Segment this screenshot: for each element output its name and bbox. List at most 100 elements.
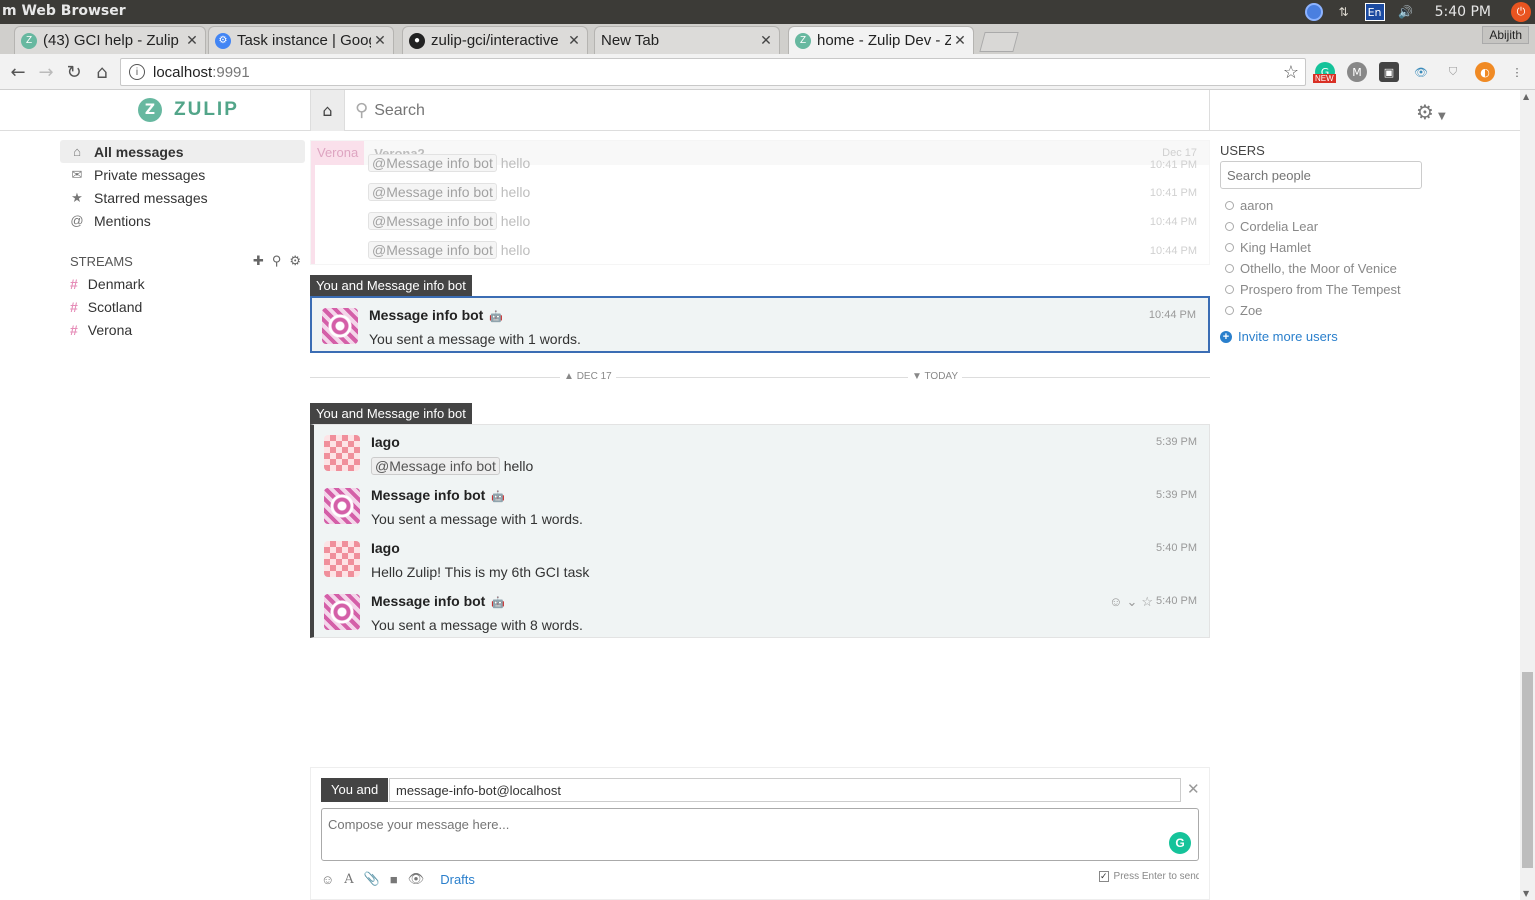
sender-name[interactable]: Iago bbox=[371, 540, 400, 556]
profile-button[interactable]: Abijith bbox=[1482, 26, 1529, 44]
user-list-item[interactable]: King Hamlet bbox=[1220, 237, 1430, 258]
scroll-down-arrow-icon[interactable]: ▼ bbox=[1523, 889, 1529, 898]
extension-ghost-icon[interactable]: ▣ bbox=[1379, 62, 1399, 82]
message-row[interactable]: Message info bot 🤖 You sent a message wit… bbox=[312, 298, 1208, 351]
formatting-icon[interactable]: A bbox=[344, 872, 353, 887]
grammarly-icon[interactable]: G bbox=[1169, 832, 1191, 854]
sender-name[interactable]: Message info bot 🤖 bbox=[371, 593, 505, 609]
recipient-field[interactable]: message-info-bot@localhost bbox=[389, 778, 1181, 802]
extension-m-icon[interactable]: M bbox=[1347, 62, 1367, 82]
attachment-icon[interactable]: 📎 bbox=[364, 871, 380, 887]
avatar[interactable] bbox=[324, 488, 360, 524]
reload-icon[interactable]: ↻ bbox=[62, 60, 86, 84]
emoji-icon[interactable]: ☺ bbox=[321, 872, 334, 887]
emoji-reaction-icon[interactable]: ☺ bbox=[1109, 594, 1122, 610]
add-stream-icon[interactable]: ✚ bbox=[253, 253, 264, 269]
stream-scotland[interactable]: # Scotland bbox=[60, 295, 305, 318]
extension-shield-icon[interactable]: ⛉ bbox=[1443, 62, 1463, 82]
sender-name[interactable]: Message info bot 🤖 bbox=[371, 487, 505, 503]
video-call-icon[interactable]: ■ bbox=[390, 872, 398, 887]
star-icon[interactable]: ☆ bbox=[1141, 594, 1153, 610]
user-mention[interactable]: @Message info bot bbox=[371, 457, 500, 475]
scroll-up-arrow-icon[interactable]: ▲ bbox=[1523, 92, 1529, 101]
stream-denmark[interactable]: # Denmark bbox=[60, 272, 305, 295]
message-time[interactable]: 5:40 PM bbox=[1156, 595, 1197, 607]
tab-close-icon[interactable]: ✕ bbox=[183, 32, 201, 49]
enter-sends-option[interactable]: ✓ Press Enter to send bbox=[1099, 871, 1199, 882]
faded-message[interactable]: @Message info bot hello bbox=[368, 212, 530, 230]
search-streams-icon[interactable]: ⚲ bbox=[272, 253, 282, 269]
zulip-logo[interactable]: Z ZULIP bbox=[138, 98, 239, 122]
tab-github-repo[interactable]: ● zulip-gci/interactive ✕ bbox=[402, 26, 588, 54]
drafts-link[interactable]: Drafts bbox=[440, 872, 475, 887]
tab-task-instance[interactable]: ⚙ Task instance | Google ✕ bbox=[208, 26, 394, 54]
tab-new-tab[interactable]: New Tab ✕ bbox=[594, 26, 780, 54]
faded-message[interactable]: @Message info bot hello bbox=[368, 183, 530, 201]
extension-orange-icon[interactable]: ◐ bbox=[1475, 62, 1495, 82]
address-bar[interactable]: i localhost:9991 ☆ bbox=[120, 58, 1306, 86]
ubuntu-power-icon[interactable]: ⏻ bbox=[1511, 2, 1531, 22]
sender-name[interactable]: Message info bot 🤖 bbox=[369, 307, 503, 323]
message-row[interactable]: Message info bot 🤖 You sent a message wit… bbox=[314, 478, 1209, 531]
stream-name[interactable]: Verona bbox=[311, 141, 365, 165]
tab-zulip-dev-home[interactable]: Z home - Zulip Dev - Zulip ✕ bbox=[788, 26, 974, 54]
page-scrollbar[interactable]: ▲ ▼ bbox=[1520, 90, 1535, 900]
close-compose-icon[interactable]: ✕ bbox=[1187, 780, 1200, 798]
nav-mentions[interactable]: @ Mentions bbox=[60, 209, 305, 232]
avatar[interactable] bbox=[324, 541, 360, 577]
new-tab-button[interactable] bbox=[979, 32, 1019, 52]
avatar[interactable] bbox=[324, 435, 360, 471]
clock[interactable]: 5:40 PM bbox=[1435, 4, 1491, 20]
site-info-icon[interactable]: i bbox=[129, 64, 145, 80]
back-arrow-icon[interactable]: ← bbox=[6, 60, 30, 84]
preview-eye-icon[interactable]: 👁 bbox=[408, 871, 425, 887]
user-list-item[interactable]: Prospero from The Tempest bbox=[1220, 279, 1430, 300]
enter-sends-checkbox[interactable]: ✓ bbox=[1099, 871, 1109, 882]
faded-message[interactable]: @Message info bot hello bbox=[368, 241, 530, 259]
avatar[interactable] bbox=[322, 308, 358, 344]
network-icon[interactable]: ⇅ bbox=[1335, 3, 1353, 21]
nav-starred-messages[interactable]: ★ Starred messages bbox=[60, 186, 305, 209]
keyboard-language-indicator[interactable]: En bbox=[1364, 3, 1385, 21]
user-list-item[interactable]: aaron bbox=[1220, 195, 1430, 216]
chrome-indicator-icon[interactable] bbox=[1304, 3, 1323, 21]
message-time[interactable]: 5:39 PM bbox=[1156, 489, 1197, 501]
message-time[interactable]: 5:40 PM bbox=[1156, 542, 1197, 554]
sender-name[interactable]: Iago bbox=[371, 434, 400, 450]
message-time[interactable]: 5:39 PM bbox=[1156, 436, 1197, 448]
compose-textarea[interactable] bbox=[321, 808, 1199, 861]
tab-close-icon[interactable]: ✕ bbox=[371, 32, 389, 49]
home-icon[interactable]: ⌂ bbox=[90, 60, 114, 84]
forward-arrow-icon[interactable]: → bbox=[34, 60, 58, 84]
message-row[interactable]: Iago Hello Zulip! This is my 6th GCI tas… bbox=[314, 531, 1209, 584]
tab-close-icon[interactable]: ✕ bbox=[757, 32, 775, 49]
avatar[interactable] bbox=[324, 594, 360, 630]
extension-eye-icon[interactable]: 👁 bbox=[1411, 62, 1431, 82]
nav-all-messages[interactable]: ⌂ All messages bbox=[60, 140, 305, 163]
scrollbar-thumb[interactable] bbox=[1522, 672, 1533, 868]
search-input[interactable] bbox=[374, 101, 975, 120]
search-bar[interactable]: ⚲ bbox=[345, 90, 1210, 131]
message-time[interactable]: 10:44 PM bbox=[1149, 309, 1196, 321]
user-list-item[interactable]: Cordelia Lear bbox=[1220, 216, 1430, 237]
nav-private-messages[interactable]: ✉ Private messages bbox=[60, 163, 305, 186]
home-view-button[interactable]: ⌂ bbox=[310, 90, 345, 131]
message-row[interactable]: Iago @Message info bot hello 5:39 PM bbox=[314, 425, 1209, 478]
user-list-item[interactable]: Othello, the Moor of Venice bbox=[1220, 258, 1430, 279]
stream-verona[interactable]: # Verona bbox=[60, 318, 305, 341]
chevron-down-icon[interactable]: ⌄ bbox=[1126, 594, 1137, 610]
recipient-bar[interactable]: You and Message info bot bbox=[310, 275, 472, 296]
search-people-input[interactable] bbox=[1220, 161, 1422, 189]
volume-icon[interactable]: 🔊 bbox=[1397, 3, 1415, 21]
browser-menu-icon[interactable]: ⋮ bbox=[1507, 62, 1527, 82]
tab-gci-help[interactable]: Z (43) GCI help - Zulip ✕ bbox=[14, 26, 206, 54]
stream-settings-gear-icon[interactable]: ⚙ bbox=[289, 253, 301, 269]
settings-gear-icon[interactable]: ⚙ ▼ bbox=[1416, 100, 1446, 124]
tab-close-icon[interactable]: ✕ bbox=[951, 32, 969, 49]
tab-close-icon[interactable]: ✕ bbox=[565, 32, 583, 49]
user-list-item[interactable]: Zoe bbox=[1220, 300, 1430, 321]
recipient-bar[interactable]: You and Message info bot bbox=[310, 403, 472, 424]
faded-message[interactable]: @Message info bot hello bbox=[368, 154, 530, 172]
bookmark-star-icon[interactable]: ☆ bbox=[1283, 62, 1299, 83]
invite-users-link[interactable]: + Invite more users bbox=[1220, 329, 1430, 344]
